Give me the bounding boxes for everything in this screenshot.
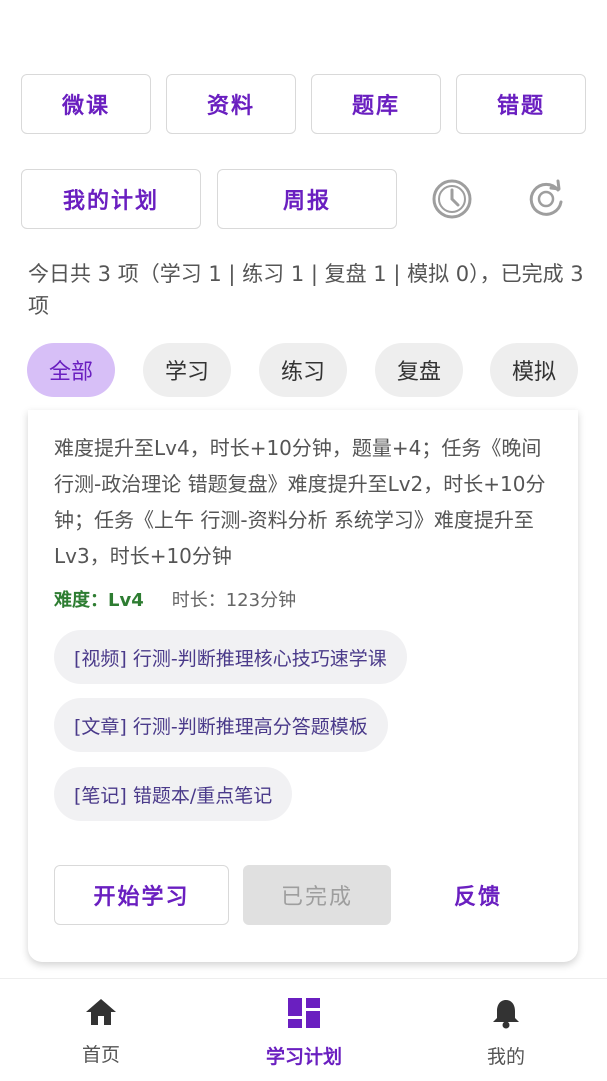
resource-video[interactable]: [视频] 行测-判断推理核心技巧速学课 bbox=[54, 630, 407, 684]
clock-history-icon[interactable] bbox=[430, 177, 474, 221]
filter-chip-all[interactable]: 全部 bbox=[27, 343, 115, 397]
task-card: 难度提升至Lv4，时长+10分钟，题量+4；任务《晚间 行测-政治理论 错题复盘… bbox=[28, 410, 578, 962]
daily-summary: 今日共 3 项（学习 1 | 练习 1 | 复盘 1 | 模拟 0），已完成 3… bbox=[28, 262, 584, 318]
completed-button: 已完成 bbox=[243, 865, 391, 925]
nav-study-plan-label: 学习计划 bbox=[265, 1046, 342, 1068]
micro-course-button[interactable]: 微课 bbox=[21, 74, 151, 134]
task-meta: 难度：Lv4 时长：123分钟 bbox=[54, 586, 296, 612]
start-study-button[interactable]: 开始学习 bbox=[54, 865, 229, 925]
filter-chip-practice[interactable]: 练习 bbox=[259, 343, 347, 397]
wrong-questions-button[interactable]: 错题 bbox=[456, 74, 586, 134]
bottom-nav: 首页 学习计划 我的 bbox=[0, 978, 607, 1081]
task-description: 难度提升至Lv4，时长+10分钟，题量+4；任务《晚间 行测-政治理论 错题复盘… bbox=[54, 436, 546, 568]
my-plan-button[interactable]: 我的计划 bbox=[21, 169, 201, 229]
feedback-button[interactable]: 反馈 bbox=[423, 865, 533, 925]
resource-notes[interactable]: [笔记] 错题本/重点笔记 bbox=[54, 767, 293, 821]
nav-home[interactable]: 首页 bbox=[41, 997, 161, 1067]
question-bank-button[interactable]: 题库 bbox=[311, 74, 441, 134]
duration-label: 时长：123分钟 bbox=[171, 590, 297, 611]
filter-chip-mock[interactable]: 模拟 bbox=[490, 343, 578, 397]
filter-chip-study[interactable]: 学习 bbox=[143, 343, 231, 397]
dashboard-icon bbox=[287, 997, 321, 1034]
bell-icon bbox=[491, 997, 521, 1034]
nav-study-plan[interactable]: 学习计划 bbox=[244, 997, 364, 1069]
nav-home-label: 首页 bbox=[81, 1044, 120, 1066]
nav-mine-label: 我的 bbox=[486, 1046, 525, 1068]
refresh-icon[interactable] bbox=[524, 177, 568, 221]
nav-mine[interactable]: 我的 bbox=[446, 997, 566, 1069]
filter-chip-review[interactable]: 复盘 bbox=[375, 343, 463, 397]
materials-button[interactable]: 资料 bbox=[166, 74, 296, 134]
home-icon bbox=[84, 997, 118, 1032]
weekly-report-button[interactable]: 周报 bbox=[217, 169, 397, 229]
resource-article[interactable]: [文章] 行测-判断推理高分答题模板 bbox=[54, 698, 388, 752]
difficulty-label: 难度：Lv4 bbox=[54, 590, 144, 611]
